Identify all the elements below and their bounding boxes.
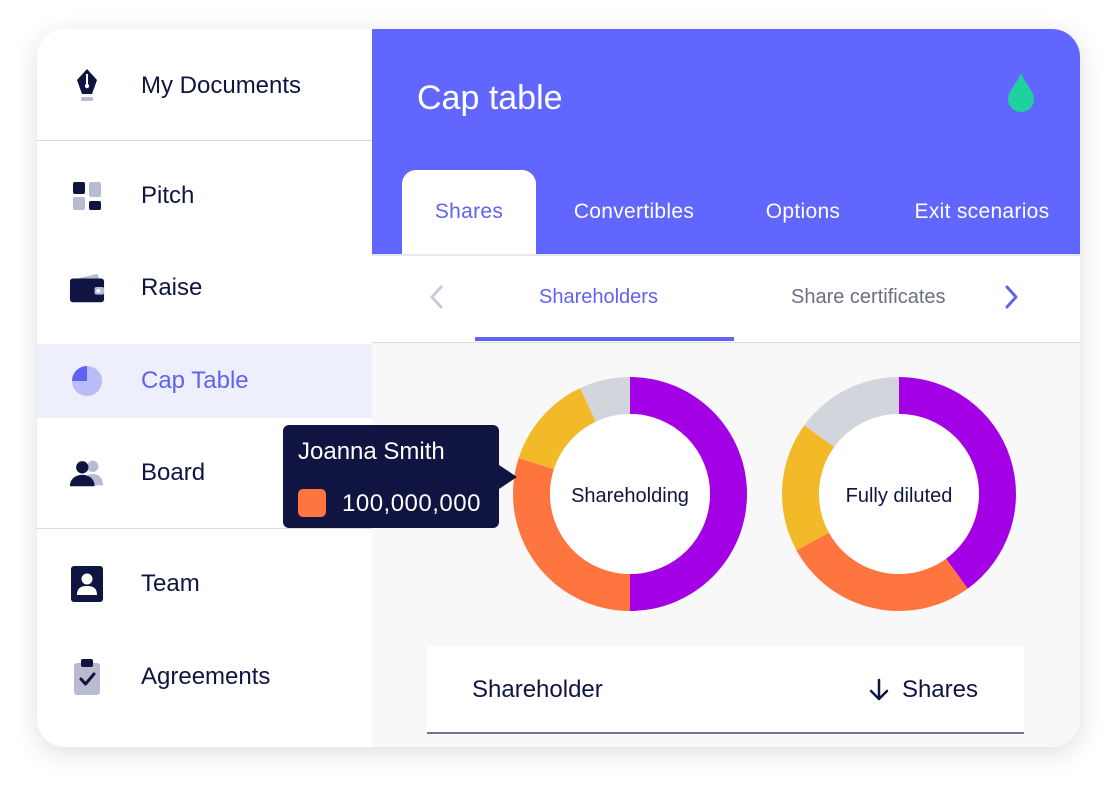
sidebar-item-label: Pitch bbox=[141, 182, 195, 209]
page-title: Cap table bbox=[417, 79, 563, 117]
sidebar-item-my-documents[interactable]: My Documents bbox=[37, 49, 372, 123]
column-header-shares-label: Shares bbox=[901, 676, 978, 703]
pie-chart-icon bbox=[69, 363, 105, 399]
chart-center-label: Fully diluted bbox=[846, 485, 953, 507]
donut-chart-shareholding[interactable]: Shareholding bbox=[510, 374, 750, 614]
wallet-icon bbox=[69, 270, 105, 306]
header: Cap table Shares Convertibles Options Ex… bbox=[372, 29, 1080, 254]
tooltip-name: Joanna Smith bbox=[298, 438, 445, 465]
sidebar-item-raise[interactable]: Raise bbox=[37, 251, 372, 325]
subtab-active-indicator bbox=[475, 337, 734, 341]
sidebar-item-agreements[interactable]: Agreements bbox=[37, 640, 372, 714]
subtab-bar: Shareholders Share certificates bbox=[372, 254, 1080, 343]
tooltip-color-swatch bbox=[298, 489, 326, 517]
tooltip-value: 100,000,000 bbox=[342, 490, 481, 517]
column-header-shares[interactable]: Shares bbox=[868, 676, 978, 704]
id-badge-icon bbox=[69, 566, 105, 602]
sidebar-item-team[interactable]: Team bbox=[37, 547, 372, 621]
chevron-left-icon[interactable] bbox=[428, 284, 444, 315]
sidebar-item-label: Board bbox=[141, 459, 206, 486]
clipboard-check-icon bbox=[69, 659, 105, 695]
sidebar-item-label: Raise bbox=[141, 274, 203, 301]
main-panel: Cap table Shares Convertibles Options Ex… bbox=[372, 29, 1080, 747]
sidebar-item-label: My Documents bbox=[141, 72, 302, 99]
arrow-down-icon bbox=[869, 678, 889, 701]
subtab-share-certificates[interactable]: Share certificates bbox=[791, 286, 946, 309]
table-header: Shareholder Shares bbox=[427, 646, 1024, 734]
chart-tooltip: Joanna Smith 100,000,000 bbox=[283, 425, 517, 528]
dashboard-icon bbox=[69, 178, 105, 214]
sidebar-item-label: Cap Table bbox=[141, 367, 249, 394]
sidebar-divider bbox=[37, 528, 372, 529]
people-icon bbox=[69, 455, 105, 491]
sidebar-item-cap-table[interactable]: Cap Table bbox=[37, 344, 372, 418]
app-card: My Documents Pitch Raise Cap Table Board… bbox=[37, 29, 1080, 747]
sidebar-item-pitch[interactable]: Pitch bbox=[37, 159, 372, 233]
tab-exit-scenarios[interactable]: Exit scenarios bbox=[898, 170, 1066, 254]
chart-center-label: Shareholding bbox=[571, 485, 689, 507]
column-header-shareholder[interactable]: Shareholder bbox=[472, 676, 603, 704]
sidebar: My Documents Pitch Raise Cap Table Board… bbox=[37, 29, 372, 747]
donut-chart-fully-diluted[interactable]: Fully diluted bbox=[779, 374, 1019, 614]
tab-shares[interactable]: Shares bbox=[402, 170, 536, 254]
fountain-pen-icon bbox=[69, 68, 105, 104]
tab-convertibles[interactable]: Convertibles bbox=[552, 170, 716, 254]
subtab-shareholders[interactable]: Shareholders bbox=[539, 286, 658, 309]
tab-options[interactable]: Options bbox=[744, 170, 862, 254]
sidebar-divider bbox=[37, 140, 372, 141]
sidebar-item-label: Team bbox=[141, 570, 200, 597]
drop-icon bbox=[1006, 71, 1036, 118]
sidebar-item-label: Agreements bbox=[141, 663, 271, 690]
chevron-right-icon[interactable] bbox=[1004, 284, 1020, 315]
